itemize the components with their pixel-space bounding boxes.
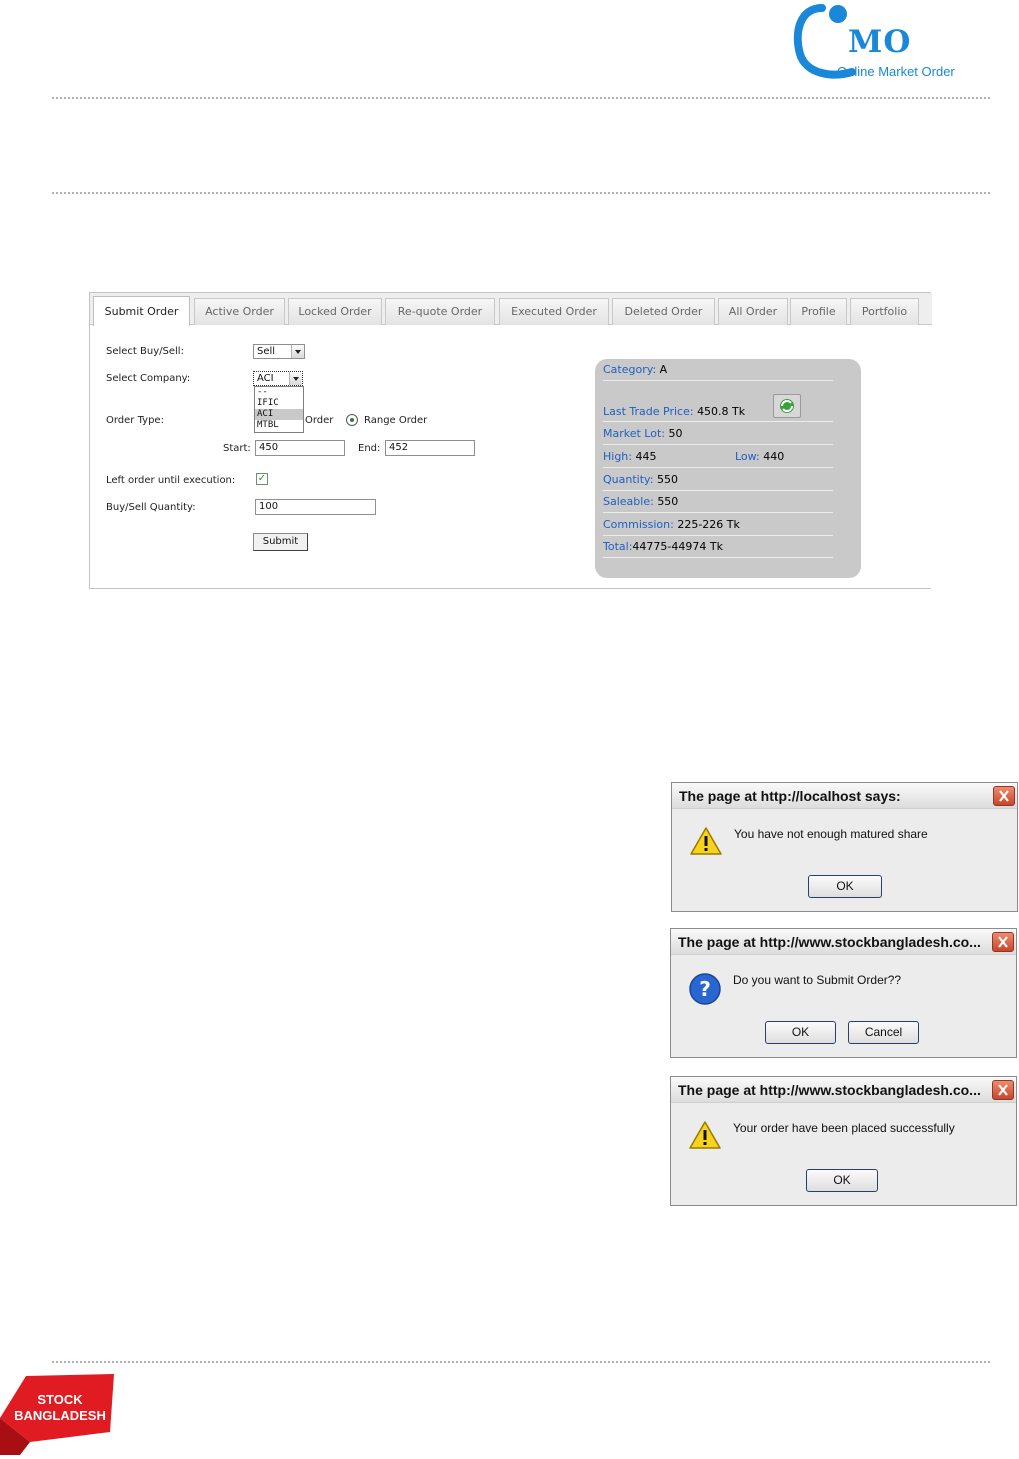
saleable-row: Saleable: 550	[603, 491, 833, 513]
ok-button[interactable]: OK	[765, 1021, 836, 1044]
close-icon	[999, 790, 1009, 802]
high-low-row: High: 445 Low: 440	[603, 446, 833, 468]
dialog-title: The page at http://www.stockbangladesh.c…	[671, 1077, 1016, 1103]
close-button[interactable]	[992, 932, 1014, 952]
category-value: A	[659, 363, 668, 376]
category-row: Category: A	[603, 359, 833, 381]
svg-text:?: ?	[699, 977, 711, 1001]
tab-locked-order[interactable]: Locked Order	[288, 298, 382, 325]
company-option[interactable]: MTBL	[255, 420, 303, 431]
quantity-row: Quantity: 550	[603, 469, 833, 491]
tab-requote-order[interactable]: Re-quote Order	[385, 298, 495, 325]
stockbangladesh-logo: STOCK BANGLADESH	[0, 1372, 116, 1455]
order-type-label: Order Type:	[106, 415, 164, 426]
quantity-label: Buy/Sell Quantity:	[106, 502, 196, 513]
confirm-dialog-submit-order: The page at http://www.stockbangladesh.c…	[670, 928, 1017, 1058]
left-order-label: Left order until execution:	[106, 475, 236, 486]
close-button[interactable]	[992, 1080, 1014, 1100]
end-input[interactable]: 452	[385, 440, 475, 456]
company-label: Select Company:	[106, 373, 191, 384]
tab-portfolio[interactable]: Portfolio	[850, 298, 919, 325]
low-label: Low:	[735, 450, 760, 463]
order-panel: Submit Order Active Order Locked Order R…	[89, 292, 932, 589]
momo-logo: MO Online Market Order	[792, 2, 972, 82]
high-value: 445	[635, 450, 657, 463]
close-icon	[998, 936, 1008, 948]
divider	[52, 1361, 990, 1363]
brand-text: STOCK BANGLADESH	[14, 1392, 106, 1424]
tab-profile[interactable]: Profile	[790, 298, 847, 325]
chevron-down-icon	[291, 345, 304, 358]
tab-all-order[interactable]: All Order	[718, 298, 788, 325]
dialog-message: Do you want to Submit Order??	[733, 973, 902, 987]
tab-submit-order[interactable]: Submit Order	[93, 296, 190, 326]
quantity-input[interactable]: 100	[255, 499, 376, 515]
tab-active-order[interactable]: Active Order	[194, 298, 285, 325]
dialog-title: The page at http://localhost says:	[672, 783, 1017, 809]
tab-executed-order[interactable]: Executed Order	[499, 298, 609, 325]
company-option[interactable]: --	[255, 387, 303, 398]
saleable-value: 550	[657, 495, 679, 508]
info-quantity-label: Quantity:	[603, 473, 654, 486]
divider	[52, 97, 990, 99]
company-dropdown-list: -- IFIC ACI MTBL	[254, 386, 304, 433]
start-label: Start:	[223, 443, 251, 454]
stock-info-box: Category: A Last Trade Price: 450.8 Tk M…	[595, 359, 861, 578]
question-icon: ?	[689, 973, 721, 1005]
market-lot-value: 50	[668, 427, 683, 440]
info-quantity-value: 550	[656, 473, 678, 486]
range-order-label: Range Order	[364, 415, 428, 426]
alert-dialog-order-placed: The page at http://www.stockbangladesh.c…	[670, 1076, 1017, 1206]
refresh-icon	[780, 399, 794, 413]
ok-button[interactable]: OK	[806, 1169, 878, 1192]
dialog-message: Your order have been placed successfully	[733, 1121, 955, 1135]
market-order-label: Order	[305, 415, 334, 426]
close-button[interactable]	[993, 786, 1015, 806]
high-label: High:	[603, 450, 632, 463]
low-value: 440	[763, 450, 785, 463]
buy-sell-select[interactable]: Sell	[253, 344, 305, 359]
warning-icon	[689, 1121, 721, 1149]
divider	[52, 192, 990, 194]
commission-row: Commission: 225-226 Tk	[603, 514, 833, 536]
warning-icon	[690, 827, 722, 855]
close-icon	[998, 1084, 1008, 1096]
chevron-down-icon	[289, 372, 302, 385]
total-row: Total:44775-44974 Tk	[603, 536, 833, 558]
alert-dialog-not-enough-share: The page at http://localhost says: You h…	[671, 782, 1018, 912]
tab-deleted-order[interactable]: Deleted Order	[612, 298, 715, 325]
saleable-label: Saleable:	[603, 495, 654, 508]
category-label: Category:	[603, 363, 657, 376]
submit-button[interactable]: Submit	[253, 533, 308, 551]
company-option-selected[interactable]: ACI	[255, 409, 303, 420]
start-input[interactable]: 450	[255, 440, 345, 456]
ltp-label: Last Trade Price:	[603, 405, 694, 418]
buy-sell-value: Sell	[257, 346, 276, 357]
ok-button[interactable]: OK	[808, 875, 882, 898]
brand-line-2: BANGLADESH	[14, 1408, 106, 1423]
range-order-radio[interactable]	[346, 414, 358, 426]
total-label: Total:	[603, 540, 633, 553]
refresh-button[interactable]	[773, 394, 801, 418]
company-value: ACI	[257, 373, 274, 384]
commission-value: 225-226 Tk	[677, 518, 740, 531]
brand-line-1: STOCK	[37, 1392, 83, 1407]
ltp-value: 450.8 Tk	[697, 405, 746, 418]
company-option[interactable]: IFIC	[255, 398, 303, 409]
tab-bar: Submit Order Active Order Locked Order R…	[90, 293, 932, 326]
commission-label: Commission:	[603, 518, 674, 531]
left-order-checkbox[interactable]: ✓	[256, 473, 268, 485]
market-lot-label: Market Lot:	[603, 427, 665, 440]
company-select[interactable]: ACI	[253, 371, 303, 386]
buy-sell-label: Select Buy/Sell:	[106, 346, 184, 357]
logo-word: MO	[848, 24, 912, 60]
cancel-button[interactable]: Cancel	[848, 1021, 919, 1044]
total-value: 44775-44974 Tk	[632, 540, 723, 553]
end-label: End:	[358, 443, 381, 454]
logo-tagline: Online Market Order	[837, 64, 955, 79]
market-lot-row: Market Lot: 50	[603, 423, 833, 445]
dialog-message: You have not enough matured share	[734, 827, 928, 841]
dialog-title: The page at http://www.stockbangladesh.c…	[671, 929, 1016, 955]
